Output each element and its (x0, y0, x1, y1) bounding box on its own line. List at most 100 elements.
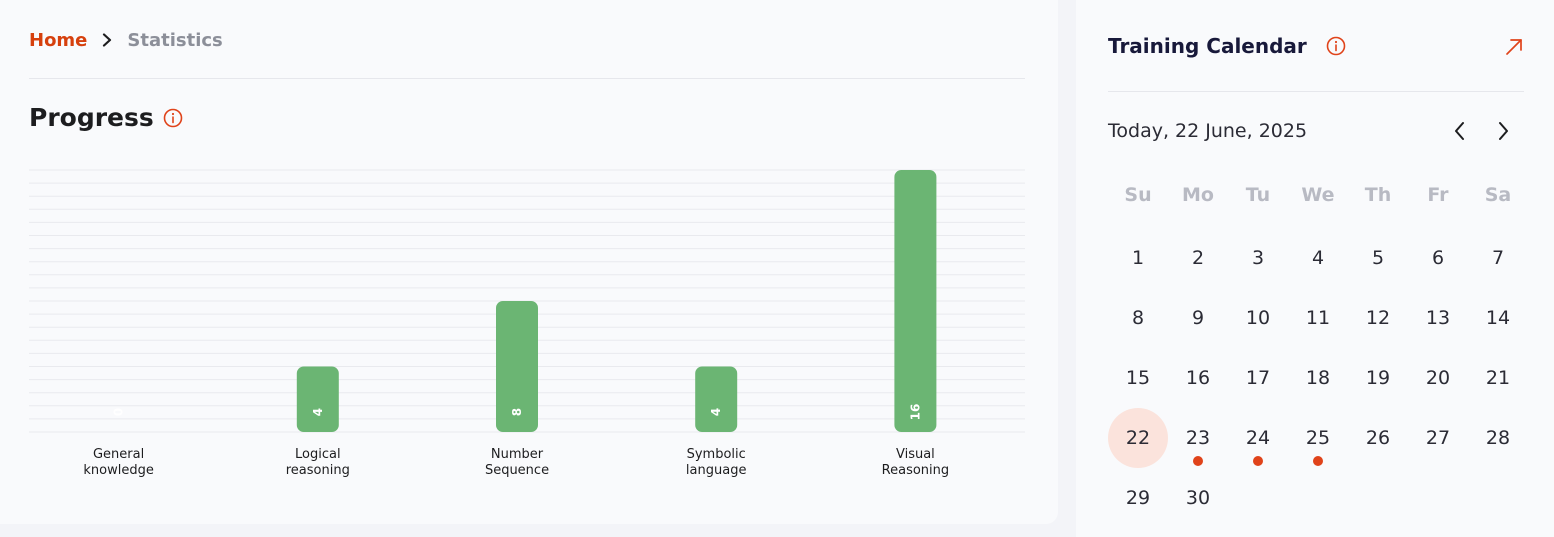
chart-data-label: 8 (510, 408, 524, 416)
calendar-day-number: 1 (1131, 247, 1145, 269)
chart-bar-group[interactable]: 4 Symboliclanguage (686, 366, 747, 479)
calendar-day[interactable]: 6 (1408, 228, 1468, 288)
calendar-day[interactable]: 30 (1168, 468, 1228, 528)
calendar-day[interactable]: 21 (1468, 348, 1528, 408)
calendar-day[interactable]: 19 (1348, 348, 1408, 408)
divider (29, 78, 1025, 79)
weekday-label: We (1301, 184, 1335, 206)
progress-title: Progress (29, 103, 154, 132)
breadcrumb-home-link[interactable]: Home (29, 30, 87, 51)
calendar-day[interactable]: 2 (1168, 228, 1228, 288)
progress-header: Progress (29, 103, 184, 132)
chart-category-label: Visual (896, 447, 935, 462)
statistics-card: Home Statistics Progress 0 General knowled… (0, 0, 1058, 524)
calendar-day-number: 7 (1491, 247, 1505, 269)
breadcrumb: Home Statistics (29, 28, 223, 52)
calendar-day[interactable]: 29 (1108, 468, 1168, 528)
calendar-day-number: 10 (1245, 307, 1271, 329)
chart-bar[interactable] (296, 366, 339, 433)
chart-data-label: 0 (112, 408, 126, 416)
calendar-title: Training Calendar (1108, 34, 1307, 58)
calendar-day-number: 5 (1371, 247, 1385, 269)
info-icon[interactable] (162, 107, 184, 129)
calendar-day[interactable]: 16 (1168, 348, 1228, 408)
divider (1108, 91, 1524, 92)
calendar-day[interactable]: 1 (1108, 228, 1168, 288)
calendar-day-number: 15 (1125, 367, 1151, 389)
calendar-day-number: 12 (1365, 307, 1391, 329)
calendar-day[interactable]: 5 (1348, 228, 1408, 288)
calendar-day[interactable]: 10 (1228, 288, 1288, 348)
chart-category-label: Logical (295, 447, 341, 462)
calendar-day[interactable]: 27 (1408, 408, 1468, 468)
progress-chart: 0 General knowledge 4 Logical reasoning 8 Numbe… (29, 160, 1025, 500)
chart-data-label: 4 (709, 408, 723, 416)
weekday-label: Th (1364, 184, 1392, 206)
weekday-label: Sa (1484, 184, 1512, 206)
chart-bar-group[interactable]: 4 Logicalreasoning (286, 366, 350, 479)
calendar-day[interactable]: 18 (1288, 348, 1348, 408)
calendar-day-number: 2 (1191, 247, 1205, 269)
chart-bar[interactable] (894, 170, 937, 432)
calendar-day-number: 24 (1245, 427, 1271, 449)
today-label: Today, 22 June, 2025 (1108, 120, 1308, 142)
calendar-day[interactable]: 11 (1288, 288, 1348, 348)
calendar-day-number: 21 (1485, 367, 1511, 389)
weekday-label: Su (1124, 184, 1152, 206)
calendar-day-number: 20 (1425, 367, 1451, 389)
calendar-day[interactable]: 3 (1228, 228, 1288, 288)
calendar-day-number: 11 (1305, 307, 1331, 329)
calendar-day-number: 26 (1365, 427, 1391, 449)
chart-category-label: Number (491, 447, 544, 462)
calendar-day-number: 19 (1365, 367, 1391, 389)
chart-data-label: 4 (311, 408, 325, 416)
breadcrumb-current: Statistics (127, 29, 223, 51)
calendar-day[interactable]: 25 (1288, 408, 1348, 468)
calendar-day[interactable]: 26 (1348, 408, 1408, 468)
calendar-day-number: 29 (1125, 487, 1151, 509)
weekday-label: Tu (1245, 184, 1271, 206)
calendar-day[interactable]: 12 (1348, 288, 1408, 348)
training-calendar-panel: Training Calendar Today, 22 June, 2025 S… (1076, 0, 1554, 537)
chart-bar-group[interactable]: 0 Generalknowledge (83, 408, 153, 478)
chevron-right-icon (101, 33, 113, 47)
chevron-left-icon[interactable] (1447, 118, 1473, 144)
training-dot-icon (1193, 456, 1203, 466)
calendar-day-number: 3 (1251, 247, 1265, 269)
calendar-day-number: 6 (1431, 247, 1445, 269)
calendar-day-number: 22 (1125, 427, 1151, 449)
calendar-day[interactable]: 20 (1408, 348, 1468, 408)
calendar-day-number: 23 (1185, 427, 1211, 449)
calendar-day[interactable]: 8 (1108, 288, 1168, 348)
calendar-header: Training Calendar (1108, 34, 1347, 58)
calendar-day[interactable]: 9 (1168, 288, 1228, 348)
chevron-right-icon[interactable] (1490, 118, 1516, 144)
calendar-day-selected[interactable]: 22 (1108, 408, 1168, 468)
calendar-day[interactable]: 13 (1408, 288, 1468, 348)
chart-category-label: Reasoning (882, 463, 949, 478)
chart-category-label: reasoning (286, 463, 350, 478)
chart-category-label: Sequence (485, 463, 549, 478)
calendar-day-number: 14 (1485, 307, 1511, 329)
calendar-day-number: 16 (1185, 367, 1211, 389)
weekday-header-row: Su Mo Tu We Th Fr Sa (1108, 184, 1528, 206)
arrow-up-right-icon[interactable] (1504, 37, 1526, 59)
calendar-day[interactable]: 14 (1468, 288, 1528, 348)
chart-category-label: language (686, 463, 747, 478)
calendar-day[interactable]: 24 (1228, 408, 1288, 468)
calendar-day[interactable]: 28 (1468, 408, 1528, 468)
calendar-day-number: 13 (1425, 307, 1451, 329)
chart-category-label: knowledge (83, 463, 153, 478)
calendar-day[interactable]: 4 (1288, 228, 1348, 288)
calendar-day[interactable]: 15 (1108, 348, 1168, 408)
calendar-day-number: 27 (1425, 427, 1451, 449)
calendar-day-number: 30 (1185, 487, 1211, 509)
calendar-day-number: 18 (1305, 367, 1331, 389)
calendar-day[interactable]: 23 (1168, 408, 1228, 468)
chart-bar[interactable] (695, 366, 738, 433)
calendar-day-number: 9 (1191, 307, 1205, 329)
info-icon[interactable] (1325, 35, 1347, 57)
chart-category-label: Symbolic (687, 447, 746, 462)
calendar-day[interactable]: 7 (1468, 228, 1528, 288)
calendar-day[interactable]: 17 (1228, 348, 1288, 408)
